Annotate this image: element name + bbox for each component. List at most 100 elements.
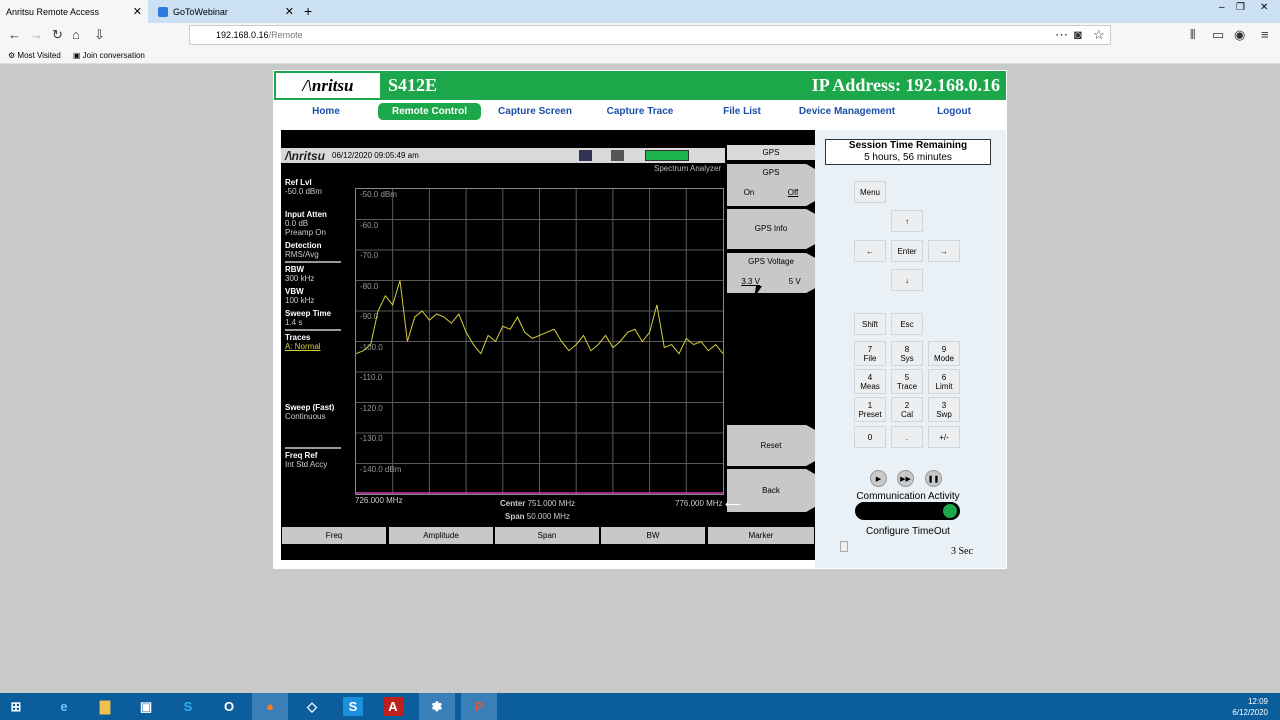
back-icon[interactable]: ← <box>8 27 21 42</box>
forward-icon[interactable]: → <box>30 27 43 42</box>
up-arrow-key[interactable]: ↑ <box>891 210 923 232</box>
traces-value: A: Normal <box>285 342 321 351</box>
powerpoint-icon[interactable]: P <box>461 693 497 720</box>
system-clock: 12:09 6/12/2020 <box>1232 696 1268 718</box>
key-digit: 4 <box>867 372 873 382</box>
play-icon[interactable]: ▶ <box>870 470 887 487</box>
menu-logout[interactable]: Logout <box>930 103 978 120</box>
span-value: 50.000 MHz <box>526 512 570 521</box>
down-arrow-key[interactable]: ↓ <box>891 269 923 291</box>
key-5-trace[interactable]: 5 Trace <box>891 369 923 394</box>
bookmark-most-visited[interactable]: ⚙ Most Visited <box>8 51 61 60</box>
file-explorer-icon[interactable]: ▇ <box>95 697 115 716</box>
key-2-cal[interactable]: 2 Cal <box>891 397 923 422</box>
bookmark-join-conversation[interactable]: ▣ Join conversation <box>73 51 145 60</box>
home-icon[interactable]: ⌂ <box>72 27 80 42</box>
softkey-menu-title: GPS <box>727 145 815 160</box>
key-1-preset[interactable]: 1 Preset <box>854 397 886 422</box>
key-digit: 8 <box>904 344 910 354</box>
key-function: Limit <box>935 381 953 391</box>
key-marker[interactable]: Marker <box>708 527 814 544</box>
key-amplitude[interactable]: Amplitude <box>389 527 493 544</box>
key-dot[interactable]: . <box>891 426 923 448</box>
menu-capture-screen[interactable]: Capture Screen <box>494 103 576 120</box>
menu-icon[interactable]: ≡ <box>1261 27 1269 42</box>
left-arrow-key[interactable]: ← <box>854 240 886 262</box>
gps-on-option: On <box>743 188 755 197</box>
bookmark-star-icon[interactable]: ☆ <box>1093 27 1105 43</box>
start-icon[interactable]: ⊞ <box>6 697 26 716</box>
freq-ref-title: Freq Ref <box>285 451 318 460</box>
anritsu-logo: /\nritsu <box>276 73 380 98</box>
account-icon[interactable]: ◉ <box>1234 27 1245 43</box>
menu-home[interactable]: Home <box>300 103 352 120</box>
key-7-file[interactable]: 7 File <box>854 341 886 366</box>
menu-remote-control[interactable]: Remote Control <box>378 103 481 120</box>
menu-capture-trace[interactable]: Capture Trace <box>602 103 678 120</box>
key-plus-minus[interactable]: +/- <box>928 426 960 448</box>
enter-key[interactable]: Enter <box>891 240 923 262</box>
softkey-reset[interactable]: Reset <box>727 425 815 466</box>
instrument-screen[interactable]: /\nritsu 06/12/2020 09:05:49 am Spectrum… <box>281 130 815 560</box>
key-8-sys[interactable]: 8 Sys <box>891 341 923 366</box>
tab-gotowebinar[interactable]: GoToWebinar ✕ <box>152 0 300 23</box>
pause-icon[interactable]: ❚❚ <box>925 470 942 487</box>
key-4-meas[interactable]: 4 Meas <box>854 369 886 394</box>
download-icon[interactable]: ⇩ <box>94 27 105 43</box>
shift-key[interactable]: Shift <box>854 313 886 335</box>
skype-business-icon[interactable]: S <box>343 697 363 716</box>
key-6-limit[interactable]: 6 Limit <box>928 369 960 394</box>
key-span[interactable]: Span <box>495 527 599 544</box>
gotowebinar-taskbar-icon[interactable]: ✽ <box>419 693 455 720</box>
tab-anritsu-remote-access[interactable]: Anritsu Remote Access ✕ <box>0 0 148 23</box>
minimize-icon[interactable]: – <box>1219 2 1225 13</box>
key-freq[interactable]: Freq <box>282 527 386 544</box>
gotowebinar-icon <box>158 6 168 17</box>
restore-icon[interactable]: ❐ <box>1236 2 1245 13</box>
menu-file-list[interactable]: File List <box>718 103 766 120</box>
close-tab-icon[interactable]: ✕ <box>285 5 294 18</box>
new-tab-button[interactable]: + <box>304 3 312 19</box>
softkey-gps-info[interactable]: GPS Info <box>727 209 815 249</box>
acrobat-icon[interactable]: A <box>383 697 403 716</box>
reload-icon[interactable]: ↻ <box>52 27 63 43</box>
key-3-swp[interactable]: 3 Swp <box>928 397 960 422</box>
ref-lvl-value: -50.0 dBm <box>285 187 322 196</box>
key-9-mode[interactable]: 9 Mode <box>928 341 960 366</box>
softkey-gps-voltage[interactable]: GPS Voltage 3.3 V 5 V <box>727 253 815 293</box>
outlook-icon[interactable]: O <box>219 697 239 716</box>
app-icon[interactable]: ▣ <box>136 697 156 716</box>
tab-label: Anritsu Remote Access <box>6 6 100 17</box>
sweep-value: Continuous <box>285 412 326 421</box>
key-function: Meas <box>860 381 880 391</box>
ie-icon[interactable]: e <box>54 697 74 716</box>
skype-icon[interactable]: S <box>178 697 198 716</box>
fast-forward-icon[interactable]: ▶▶ <box>897 470 914 487</box>
close-window-icon[interactable]: ✕ <box>1260 2 1268 13</box>
firefox-icon[interactable]: ● <box>252 693 288 720</box>
center-value: 751.000 MHz <box>527 499 576 508</box>
softkey-gps-title: GPS <box>762 168 780 177</box>
close-tab-icon[interactable]: ✕ <box>133 5 142 18</box>
bookmark-label: Join conversation <box>82 50 145 60</box>
brand-bar: /\nritsu S412E IP Address: 192.168.0.16 <box>274 71 1006 100</box>
softkey-gps[interactable]: GPS On Off <box>727 164 815 206</box>
esc-key[interactable]: Esc <box>891 313 923 335</box>
key-0[interactable]: 0 <box>854 426 886 448</box>
timeout-slider[interactable] <box>840 541 848 552</box>
input-atten-title: Input Atten <box>285 210 327 219</box>
page-actions-icon[interactable]: ⋯ <box>1055 27 1068 43</box>
y-tick-label: -130.0 <box>360 434 383 443</box>
menu-device-management[interactable]: Device Management <box>796 103 898 120</box>
right-arrow-key[interactable]: → <box>928 240 960 262</box>
pocket-icon[interactable]: ◙ <box>1074 27 1082 42</box>
span-label: Span <box>505 512 525 521</box>
library-icon[interactable]: ⫴ <box>1190 27 1195 43</box>
menu-key[interactable]: Menu <box>854 181 886 203</box>
tool-icon[interactable]: ◇ <box>302 697 322 716</box>
vbw-value: 100 kHz <box>285 296 315 305</box>
key-bw[interactable]: BW <box>601 527 705 544</box>
url-bar[interactable]: 192.168.0.16/Remote <box>189 25 1111 45</box>
sidebar-icon[interactable]: ▭ <box>1212 27 1224 43</box>
bookmarks-bar: ⚙ Most Visited ▣ Join conversation <box>0 47 1280 64</box>
